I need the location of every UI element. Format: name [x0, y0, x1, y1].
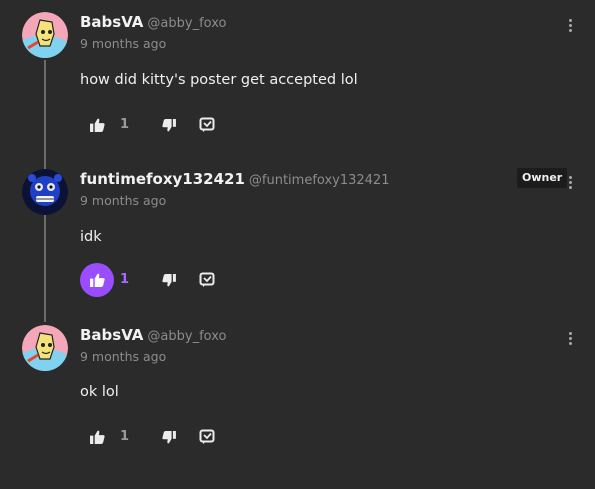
reply-button[interactable]	[196, 263, 218, 297]
username[interactable]: BabsVA	[80, 326, 143, 344]
timestamp: 9 months ago	[80, 349, 167, 364]
like-count: 1	[120, 117, 130, 132]
timestamp: 9 months ago	[80, 193, 167, 208]
avatar[interactable]	[22, 325, 68, 371]
like-count: 1	[120, 429, 130, 444]
username[interactable]: funtimefoxy132421	[80, 170, 245, 188]
comment-actions: 1	[80, 108, 280, 142]
avatar[interactable]	[22, 169, 68, 215]
comment-header: funtimefoxy132421 @funtimefoxy132421	[80, 169, 389, 188]
avatar[interactable]	[22, 12, 68, 58]
timestamp: 9 months ago	[80, 36, 167, 51]
like-button[interactable]	[80, 420, 114, 454]
more-options-icon[interactable]	[562, 15, 578, 35]
user-handle[interactable]: @funtimefoxy132421	[249, 173, 390, 188]
like-button[interactable]	[80, 108, 114, 142]
username[interactable]: BabsVA	[80, 13, 143, 31]
user-handle[interactable]: @abby_foxo	[147, 16, 226, 31]
yellow-cartoon-avatar-icon	[22, 325, 68, 371]
reply-icon	[199, 272, 215, 287]
thumbs-up-icon	[89, 430, 105, 444]
more-options-icon[interactable]	[562, 172, 578, 192]
comment-actions: 1	[80, 420, 280, 454]
reply-icon	[199, 117, 215, 132]
comment-header: BabsVA @abby_foxo	[80, 325, 226, 344]
thumbs-up-icon	[89, 118, 105, 132]
yellow-cartoon-avatar-icon	[22, 12, 68, 58]
reply-icon	[199, 429, 215, 444]
blue-animatronic-avatar-icon	[22, 169, 68, 215]
thumbs-down-icon	[162, 273, 176, 286]
dislike-button[interactable]	[158, 108, 180, 142]
thumbs-down-icon	[162, 118, 176, 131]
comment-text: ok lol	[80, 384, 119, 400]
comment-header: BabsVA @abby_foxo	[80, 12, 226, 31]
more-options-icon[interactable]	[562, 328, 578, 348]
comment-text: idk	[80, 229, 102, 245]
thumbs-up-icon	[89, 273, 105, 287]
like-button[interactable]	[80, 263, 114, 297]
owner-badge: Owner	[517, 168, 568, 188]
like-count: 1	[120, 272, 130, 287]
dislike-button[interactable]	[158, 420, 180, 454]
user-handle[interactable]: @abby_foxo	[147, 329, 226, 344]
comment-text: how did kitty's poster get accepted lol	[80, 72, 358, 88]
reply-button[interactable]	[196, 108, 218, 142]
comment-actions: 1	[80, 263, 280, 297]
thumbs-down-icon	[162, 430, 176, 443]
dislike-button[interactable]	[158, 263, 180, 297]
reply-button[interactable]	[196, 420, 218, 454]
